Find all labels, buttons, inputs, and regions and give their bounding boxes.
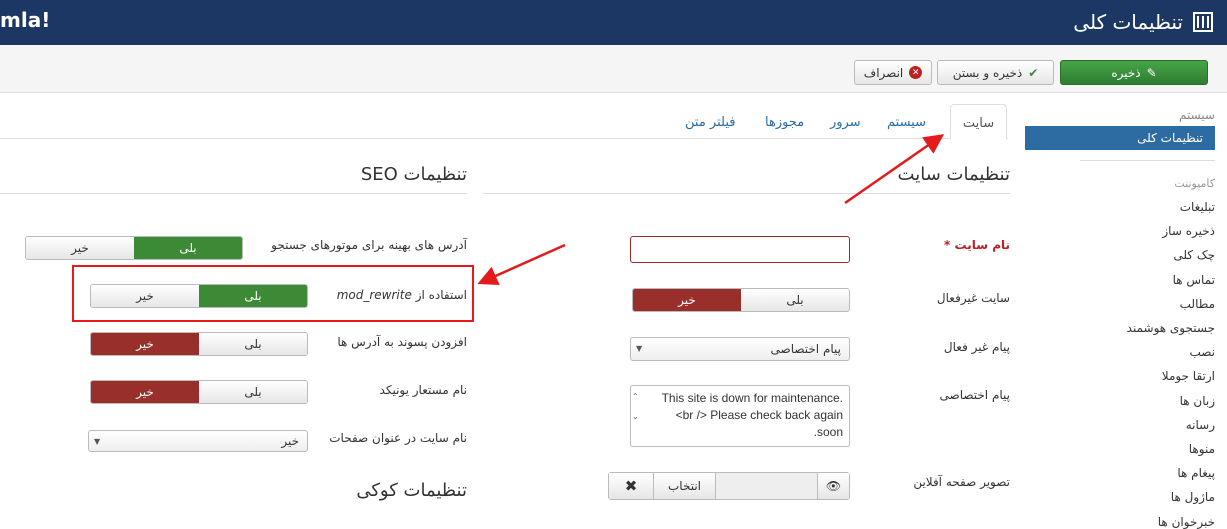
annotation-arrows <box>477 134 945 286</box>
arrow-to-site-tab <box>844 134 945 205</box>
tab-site[interactable]: سایت <box>950 104 1007 139</box>
arrow-to-rewrite <box>477 243 566 286</box>
